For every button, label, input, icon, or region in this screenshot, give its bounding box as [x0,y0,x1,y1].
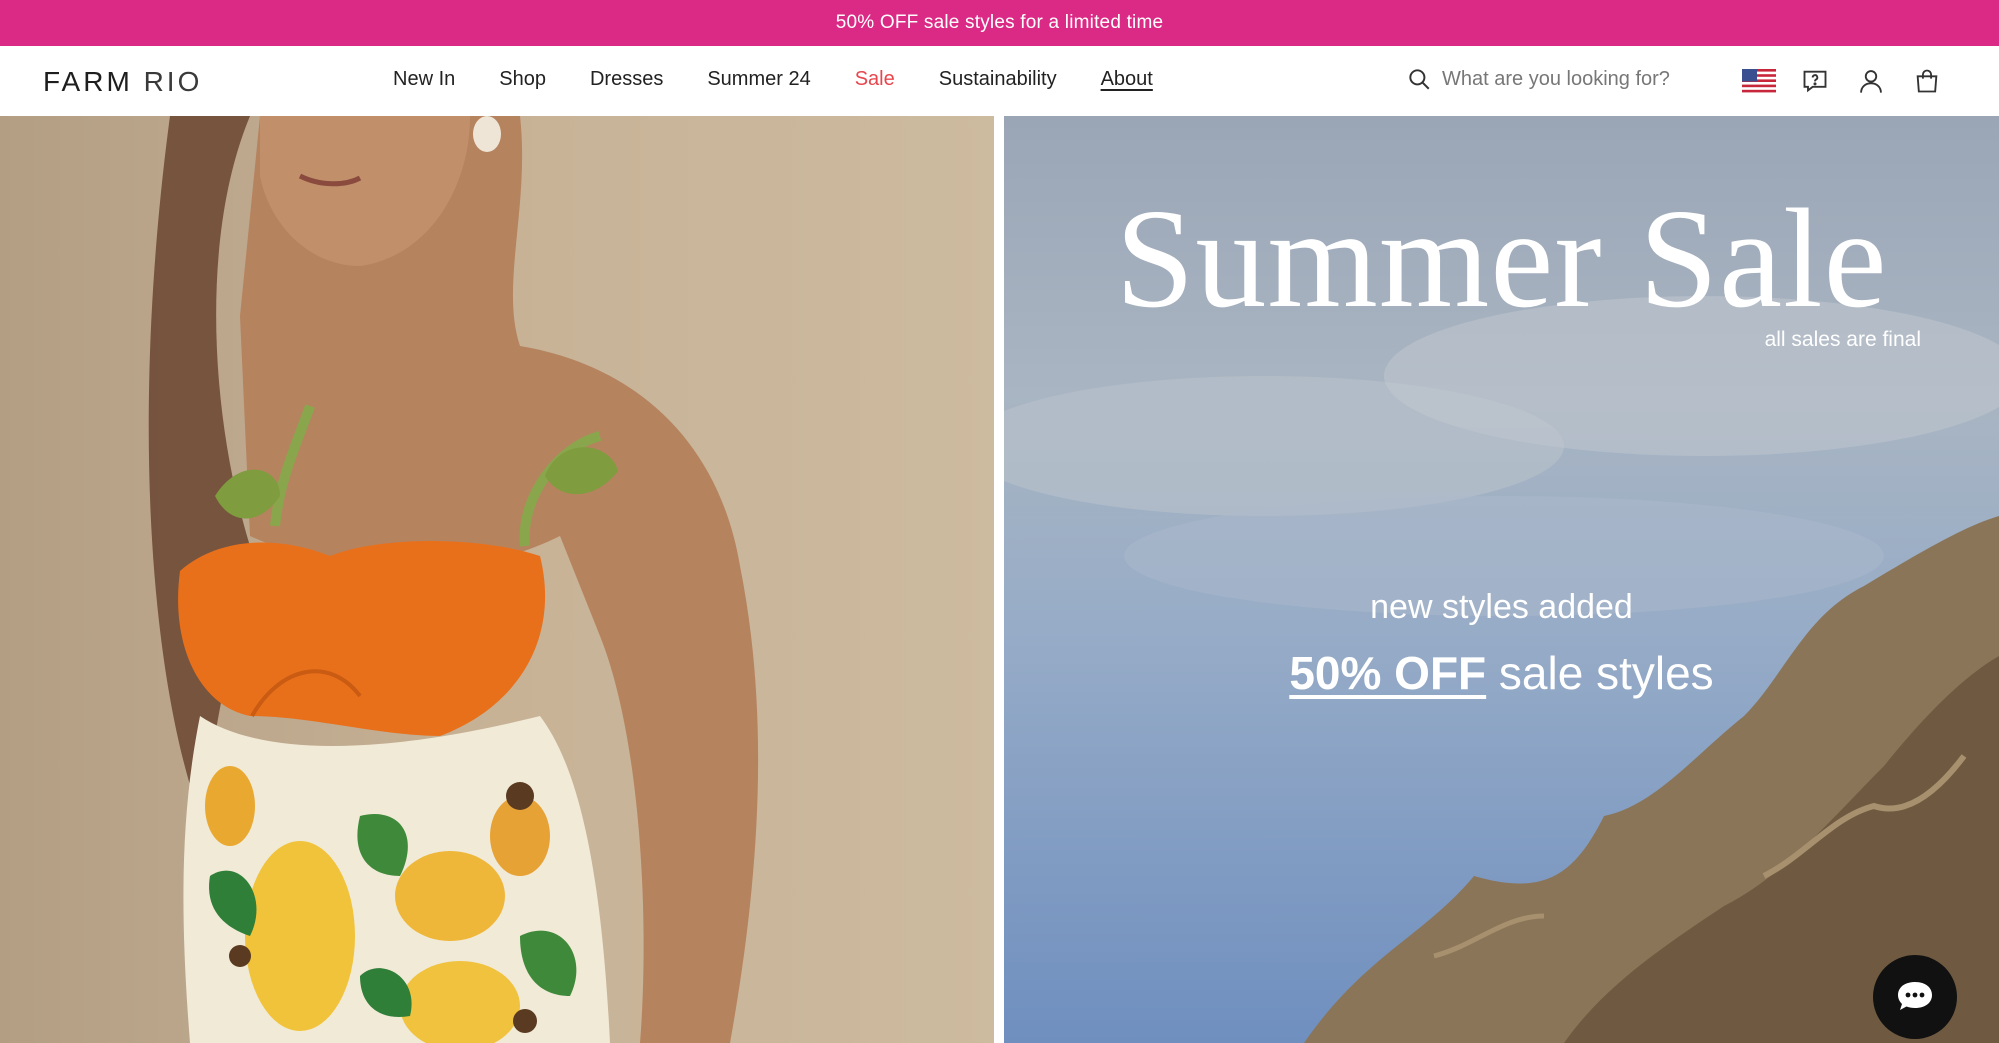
chat-icon [1898,982,1932,1010]
model-photo[interactable] [0,116,994,1043]
search-bar [1406,66,1706,92]
hero-divider [994,116,1004,1043]
logo-rio: RIO [143,66,203,97]
chat-button[interactable] [1873,955,1957,1039]
nav-sale[interactable]: Sale [855,68,895,91]
offer-link[interactable]: 50% OFF [1289,647,1486,699]
search-input[interactable] [1442,67,1702,91]
nav-shop[interactable]: Shop [499,68,546,91]
main-nav: New In Shop Dresses Summer 24 Sale Susta… [393,68,1197,91]
nav-new-in[interactable]: New In [393,68,455,91]
offer-rest: sale styles [1498,647,1714,699]
offer-line: 50% OFF sale styles [1004,646,1999,700]
header-icons [1742,64,1966,98]
site-header: FARM RIO New In Shop Dresses Summer 24 S… [0,46,1999,116]
nav-sustainability[interactable]: Sustainability [939,68,1057,91]
shopping-bag-icon[interactable] [1910,64,1944,98]
new-styles-text: new styles added [1370,588,1633,626]
promo-text[interactable]: 50% OFF sale styles for a limited time [836,12,1164,34]
us-flag-icon[interactable] [1742,64,1776,98]
account-icon[interactable] [1854,64,1888,98]
help-icon[interactable] [1798,64,1832,98]
promo-banner[interactable]: 50% OFF sale styles for a limited time [0,0,1999,46]
search-icon[interactable] [1406,66,1432,92]
farm-rio-logo[interactable]: FARM RIO [43,66,202,98]
nav-about[interactable]: About [1101,68,1153,91]
logo-farm: FARM [43,66,133,97]
nav-dresses[interactable]: Dresses [590,68,663,91]
hero-banner[interactable]: Summer Sale all sales are final new styl… [0,116,1999,1043]
nav-summer-24[interactable]: Summer 24 [707,68,810,91]
sale-final-note: all sales are final [1764,328,1921,351]
sale-banner[interactable]: Summer Sale all sales are final new styl… [1004,116,1999,1043]
summer-sale-title: Summer Sale [1115,179,1888,337]
